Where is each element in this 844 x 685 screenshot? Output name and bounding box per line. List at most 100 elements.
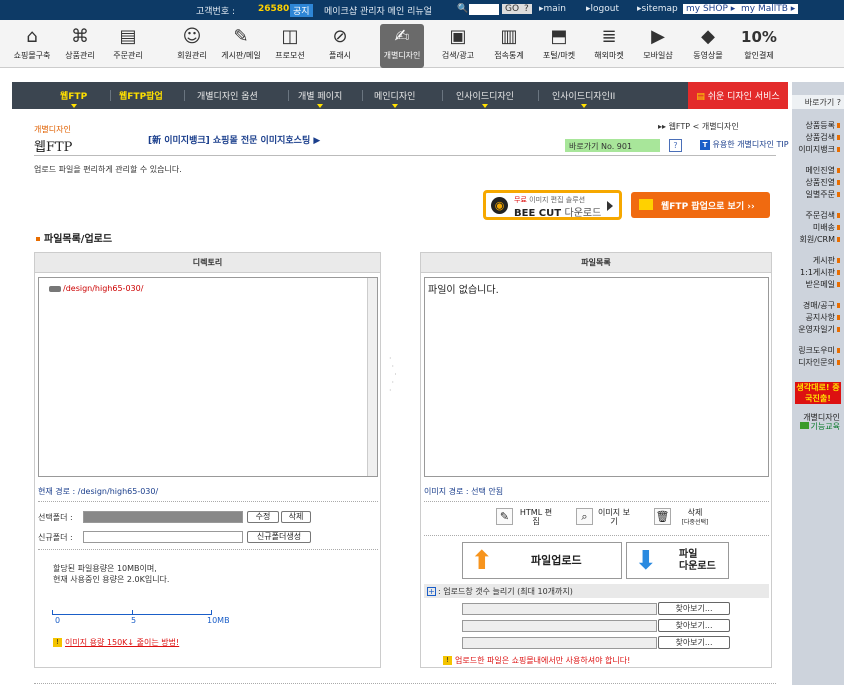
logout-link[interactable]: ▸logout [586, 4, 619, 14]
side-link[interactable]: 메인진열 [806, 165, 840, 176]
download-button[interactable]: ⬇ 파일 다운로드 [626, 542, 729, 579]
directory-entry[interactable]: /design/high65-030/ [49, 284, 143, 293]
china-promo-badge[interactable]: 생각대로! 중국진출! [795, 382, 841, 404]
delete-folder-button[interactable]: 삭제 [281, 511, 311, 523]
menu-promo[interactable]: ◫ 프로모션 [268, 24, 312, 68]
side-feature-edu[interactable]: 기능교육 [799, 421, 840, 432]
menu-pencil[interactable]: ✎ 게시판/메일 [219, 24, 263, 68]
nav-inside-design[interactable]: 인사이드디자인 [456, 89, 514, 108]
menu-label: 동영상몰 [693, 51, 723, 60]
side-link[interactable]: 링크도우미 [798, 345, 840, 356]
menu-global-market[interactable]: ≣ 해외마켓 [587, 24, 631, 68]
upload-file-field-1[interactable] [462, 603, 657, 615]
side-link[interactable]: 상품검색 [806, 132, 840, 143]
scrollbar[interactable] [367, 278, 377, 476]
menu-label: 주문관리 [113, 51, 143, 60]
help-icon[interactable]: ? [669, 139, 682, 152]
beecut-download-banner[interactable]: ◉ 무료 이미지 편집 솔루션 BEE CUT 다운로드 [483, 190, 622, 220]
help-button[interactable]: ? [521, 4, 532, 14]
menu-flash[interactable]: ⊘ 플래시 [318, 24, 362, 68]
create-folder-button[interactable]: 신규폴더생성 [247, 531, 311, 543]
goto-number-button[interactable]: 바로가기 No. 901 [565, 139, 660, 152]
menu-stats[interactable]: ▥ 접속통계 [487, 24, 531, 68]
side-link[interactable]: 받은메일 [806, 279, 840, 290]
go-button[interactable]: GO [502, 4, 523, 14]
menu-video-mall[interactable]: ◆ 동영상몰 [686, 24, 730, 68]
tip-icon: T [700, 140, 710, 150]
side-link[interactable]: 주문검색 [806, 210, 840, 221]
side-link[interactable]: 운영자일기 [798, 324, 840, 335]
flash-icon: ⊘ [332, 26, 348, 47]
selected-folder-label: 선택폴더 : [38, 513, 73, 522]
edit-folder-button[interactable]: 수정 [247, 511, 279, 523]
top-header: 고객번호 : 26580 공지 메이크샵 관리자 메인 리뉴얼 🔍 GO ? ▸… [0, 0, 844, 68]
menu-mobile-shop[interactable]: ▶ 모바일샵 [636, 24, 680, 68]
browse-button-3[interactable]: 찾아보기... [658, 636, 730, 649]
directory-tree[interactable]: /design/high65-030/ [38, 277, 378, 477]
discount-icon: 10% [741, 28, 777, 46]
side-link[interactable]: 일별주문 [806, 189, 840, 200]
members-icon: ☺ [182, 26, 202, 47]
menu-design[interactable]: ✍ 개별디자인 [380, 24, 424, 68]
side-link[interactable]: 미배송 [813, 222, 840, 233]
sitemap-link[interactable]: ▸sitemap [637, 4, 678, 14]
beecut-logo-icon: ◉ [491, 197, 508, 214]
side-link[interactable]: 공지사항 [806, 312, 840, 323]
side-link[interactable]: 상품진열 [806, 177, 840, 188]
nav-inside-design-2[interactable]: 인사이드디자인II [552, 89, 615, 108]
side-link[interactable]: 회원/CRM [800, 234, 840, 245]
side-link[interactable]: 이미지뱅크 [798, 144, 840, 155]
popup-view-button[interactable]: 웹FTP 팝업으로 보기 ›› [631, 192, 770, 218]
customer-label: 고객번호 : [196, 7, 236, 17]
portal-icon: ⬒ [550, 26, 568, 47]
main-link[interactable]: ▸main [539, 4, 566, 14]
new-folder-input[interactable] [83, 531, 243, 543]
upload-file-field-3[interactable] [462, 637, 657, 649]
image-size-tip-link[interactable]: ! 이미지 용량 150K↓ 줄이는 방법! [53, 637, 179, 648]
browse-button-2[interactable]: 찾아보기... [658, 619, 730, 632]
file-list-header: 파일목록 [421, 253, 771, 273]
nav-webftp-popup[interactable]: 웹FTP팝업 [119, 89, 163, 102]
imagebank-promo-link[interactable]: [新 이미지뱅크] 쇼핑몰 전문 이미지호스팅 ▶ [148, 133, 320, 146]
myshop-button[interactable]: my SHOP ▸ [683, 4, 739, 14]
search-input[interactable] [469, 4, 499, 15]
drive-icon [49, 285, 61, 292]
menu-label: 개별디자인 [383, 51, 421, 60]
menu-members[interactable]: ☺ 회원관리 [170, 24, 214, 68]
main-menu: ⌂ 쇼핑몰구축 ⌘ 상품관리 ▤ 주문관리 ☺ 회원관리 ✎ 게시판/메일 ◫ 프로모션 ⊘ 플래시 ✍ 개별… [0, 24, 844, 68]
directory-panel: 디렉토리 /design/high65-030/ 현재 경로 : /design… [34, 252, 381, 668]
menu-discount[interactable]: 10% 할인결제 [737, 24, 781, 68]
expand-upload-toggle[interactable]: +: 업로드창 갯수 늘리기 (최대 10개까지) [427, 586, 573, 597]
breadcrumb: ▸▸ 웹FTP < 개별디자인 [658, 122, 739, 131]
html-edit-button[interactable]: ✎ HTML 편집 [496, 506, 556, 530]
promo-icon: ◫ [281, 26, 299, 47]
menu-home[interactable]: ⌂ 쇼핑몰구축 [10, 24, 54, 68]
image-view-button[interactable]: ⌕ 이미지 보기 [576, 506, 636, 530]
menu-label: 포털/마켓 [542, 51, 576, 60]
nav-webftp[interactable]: 웹FTP [60, 89, 87, 108]
upload-file-field-2[interactable] [462, 620, 657, 632]
menu-store[interactable]: ⌘ 상품관리 [58, 24, 102, 68]
menu-portal[interactable]: ⬒ 포털/마켓 [537, 24, 581, 68]
mymall-button[interactable]: my MallTB ▸ [738, 4, 799, 14]
side-link[interactable]: 게시판 [813, 255, 840, 266]
menu-search-ad[interactable]: ▣ 검색/광고 [436, 24, 480, 68]
menu-label: 회원관리 [177, 51, 207, 60]
warning-icon: ! [443, 656, 452, 665]
side-link[interactable]: 1:1게시판 [800, 267, 840, 278]
side-link[interactable]: 디자인문의 [798, 357, 840, 368]
browse-button-1[interactable]: 찾아보기... [658, 602, 730, 615]
nav-design-option[interactable]: 개별디자인 옵션 [197, 89, 258, 102]
nav-main-design[interactable]: 메인디자인 [374, 89, 415, 108]
upload-button[interactable]: ⬆ 파일업로드 [462, 542, 622, 579]
notice-link[interactable]: 메이크샵 관리자 메인 리뉴얼 [324, 4, 432, 17]
design-icon: ✍ [394, 26, 410, 47]
side-link[interactable]: 경매/공구 [803, 300, 840, 311]
delete-files-button[interactable]: 🗑 삭제 [다중선택] [654, 506, 716, 530]
nav-single-page[interactable]: 개별 페이지 [298, 89, 342, 108]
nav-easy-design-service[interactable]: ▤ 쉬운 디자인 서비스 [688, 82, 788, 109]
menu-order[interactable]: ▤ 주문관리 [106, 24, 150, 68]
file-list-box[interactable]: 파일이 없습니다. [424, 277, 769, 477]
side-link[interactable]: 상품등록 [806, 120, 840, 131]
design-tip-link[interactable]: T 유용한 개별디자인 TIP [700, 139, 789, 150]
